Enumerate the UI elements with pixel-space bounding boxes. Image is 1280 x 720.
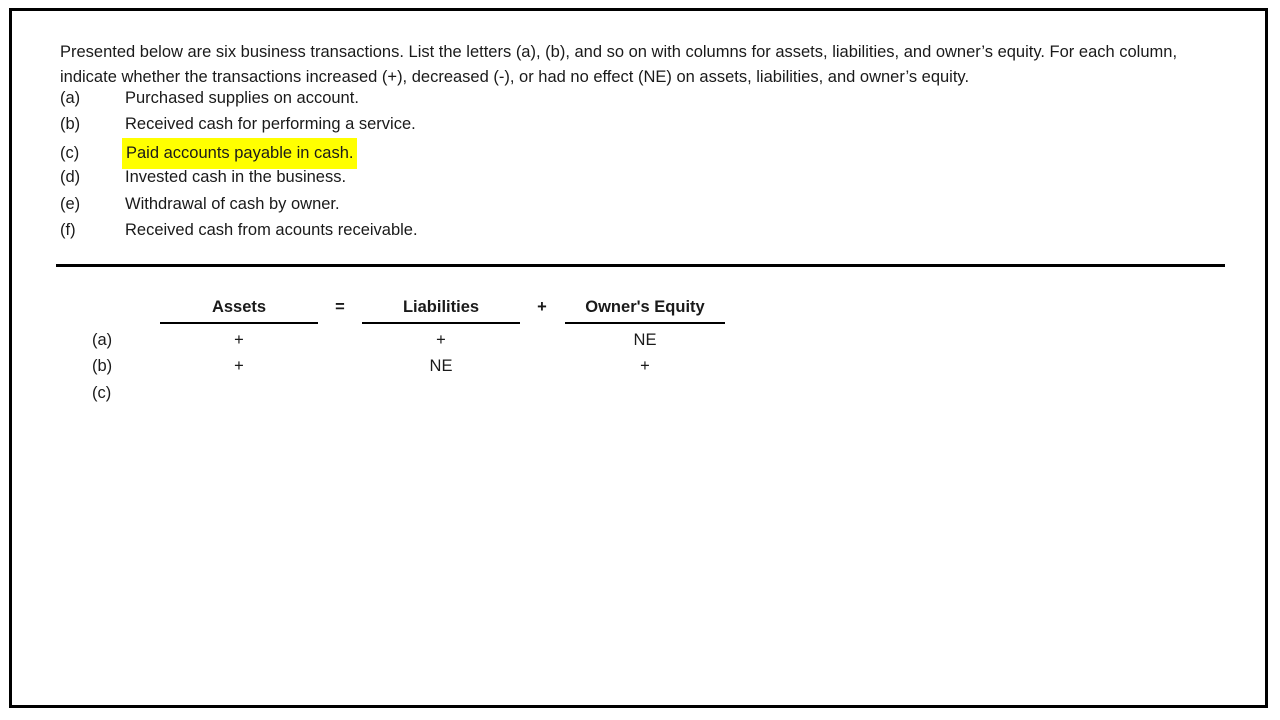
cell-a-liabilities: + (436, 331, 446, 349)
transaction-letter-a: (a) (60, 89, 81, 107)
column-header-liabilities: Liabilities (362, 297, 520, 324)
section-divider (56, 264, 1225, 267)
column-header-assets: Assets (160, 297, 318, 324)
transaction-item-a: (a) Purchased supplies on account. (60, 85, 760, 111)
transaction-item-f: (f) Received cash from acounts receivable… (60, 217, 760, 243)
intro-paragraph: Presented below are six business transac… (60, 42, 1178, 86)
transaction-item-d: (d) Invested cash in the business. (60, 164, 760, 190)
cell-b-owners-equity: + (640, 357, 650, 376)
transaction-letter-f: (f) (60, 220, 76, 239)
transaction-text-d: Invested cash in the business. (125, 168, 347, 187)
transaction-text-b: Received cash for performing a service. (125, 115, 416, 134)
cell-b-liabilities: NE (429, 357, 453, 376)
transaction-list: (a) Purchased supplies on account. (b) Rec… (60, 85, 760, 243)
row-label-c: (c) (92, 383, 112, 402)
transaction-item-b: (b) Received cash for performing a servic… (60, 111, 760, 137)
transaction-item-c: (c) Paid accounts payable in cash. (60, 137, 760, 170)
slide-content: Presented below are six business transac… (12, 11, 1265, 705)
transaction-letter-e: (e) (60, 194, 81, 213)
plus-operator: + (537, 298, 547, 316)
row-label-a: (a) (92, 331, 113, 349)
equals-operator: = (335, 298, 345, 316)
transaction-text-f: Received cash from acounts receivable. (125, 220, 418, 239)
table-row: (a) + + NE (12, 329, 1265, 355)
table-header-row: Assets = Liabilities + Owner's Equity (12, 297, 1265, 329)
transaction-letter-c: (c) (60, 143, 80, 162)
table-row: (c) (12, 382, 1265, 408)
accounting-equation-table: Assets = Liabilities + Owner's Equity (a… (12, 297, 1265, 408)
transaction-text-e: Withdrawal of cash by owner. (125, 194, 340, 213)
transaction-letter-b: (b) (60, 115, 81, 134)
row-label-b: (b) (92, 357, 113, 376)
slide-frame: Presented below are six business transac… (9, 8, 1268, 708)
transaction-letter-d: (d) (60, 168, 81, 187)
cell-a-owners-equity: NE (633, 331, 657, 349)
cell-a-assets: + (234, 331, 244, 349)
cell-b-assets: + (234, 357, 244, 376)
transaction-text-a: Purchased supplies on account. (125, 89, 359, 107)
transaction-item-e: (e) Withdrawal of cash by owner. (60, 191, 760, 217)
column-header-owners-equity: Owner's Equity (565, 297, 725, 324)
table-row: (b) + NE + (12, 355, 1265, 381)
